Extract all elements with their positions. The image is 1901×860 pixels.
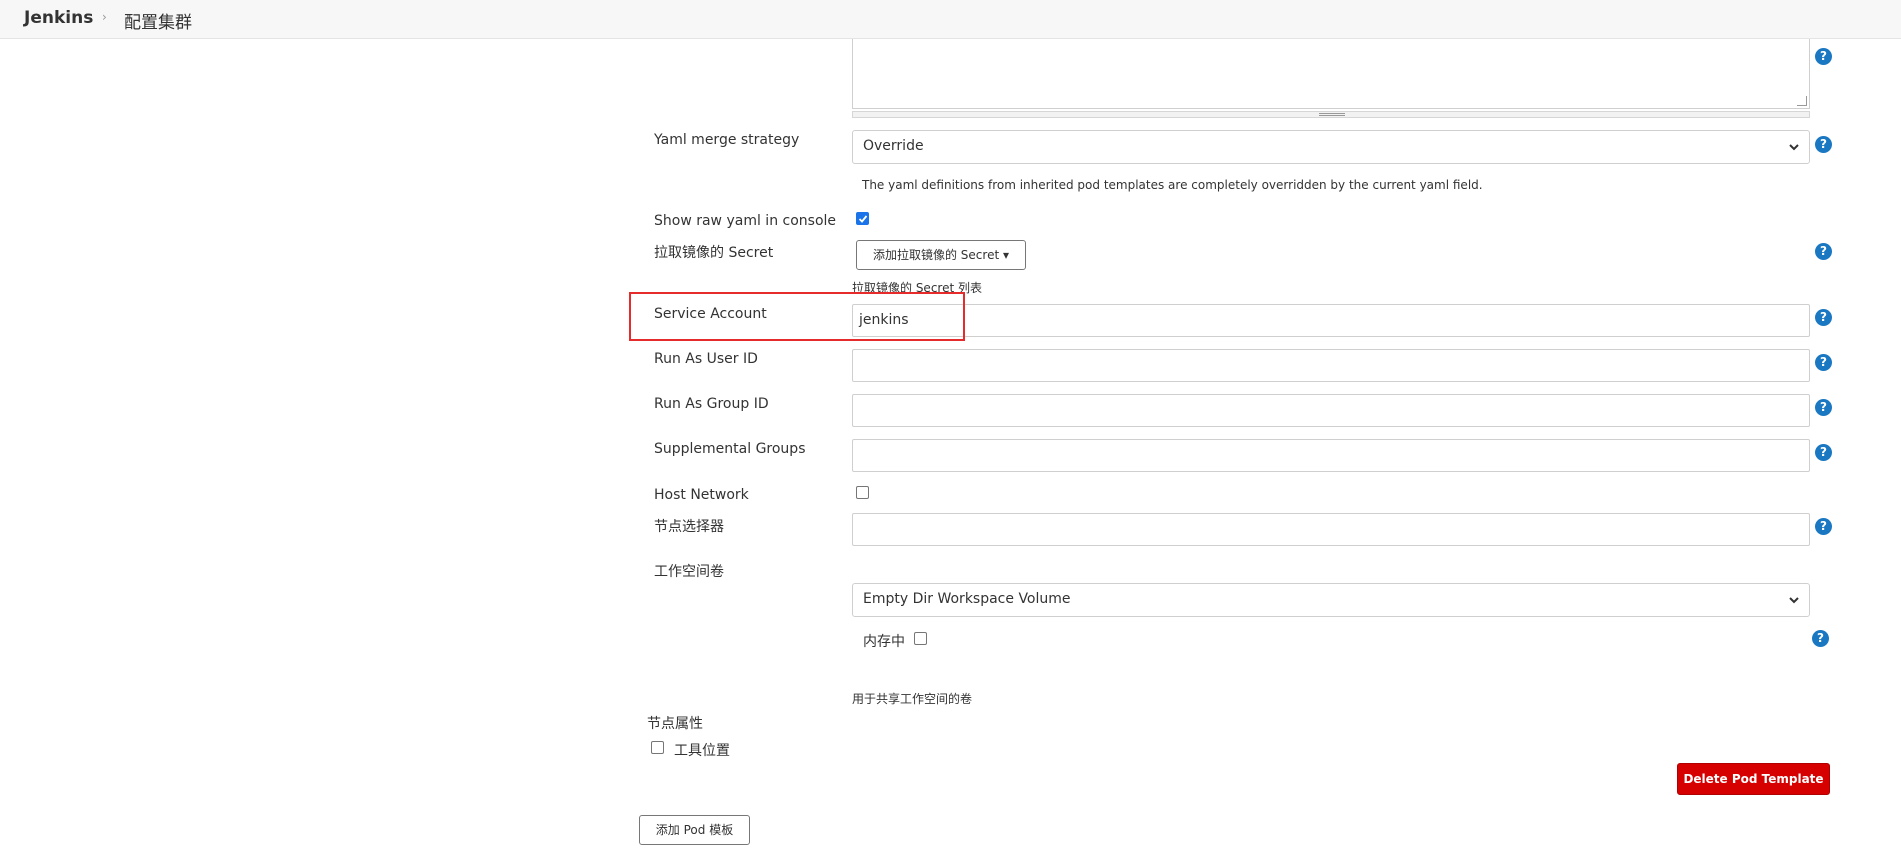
yaml-merge-strategy-select[interactable]: Override <box>852 130 1810 164</box>
yaml-merge-strategy-label: Yaml merge strategy <box>654 132 800 148</box>
run-as-user-input[interactable] <box>852 349 1810 382</box>
in-memory-checkbox[interactable] <box>914 632 927 645</box>
workspace-volume-label: 工作空间卷 <box>654 564 724 580</box>
breadcrumb-current-page[interactable]: 配置集群 <box>124 8 192 33</box>
add-pod-template-button[interactable]: 添加 Pod 模板 <box>639 815 750 845</box>
tool-location-checkbox[interactable] <box>651 741 664 754</box>
run-as-user-help-icon[interactable]: ? <box>1815 354 1832 371</box>
node-selector-help-icon[interactable]: ? <box>1815 518 1832 535</box>
service-account-label: Service Account <box>654 306 767 322</box>
supplemental-groups-input[interactable] <box>852 439 1810 472</box>
workspace-volume-description: 用于共享工作空间的卷 <box>852 692 973 706</box>
node-selector-input[interactable] <box>852 513 1810 546</box>
in-memory-label: 内存中 <box>863 634 905 650</box>
breadcrumb-separator-icon: › <box>102 10 107 24</box>
run-as-group-input[interactable] <box>852 394 1810 427</box>
service-account-input[interactable]: jenkins <box>852 304 1810 337</box>
yaml-merge-description: The yaml definitions from inherited pod … <box>862 178 1483 192</box>
image-pull-secret-help-icon[interactable]: ? <box>1815 243 1832 260</box>
yaml-help-icon[interactable]: ? <box>1815 48 1832 65</box>
workspace-volume-value: Empty Dir Workspace Volume <box>863 591 1071 607</box>
run-as-group-label: Run As Group ID <box>654 396 769 412</box>
resize-handle-icon[interactable] <box>1797 96 1807 106</box>
image-pull-secret-label: 拉取镜像的 Secret <box>654 245 774 261</box>
host-network-label: Host Network <box>654 487 749 503</box>
run-as-group-help-icon[interactable]: ? <box>1815 399 1832 416</box>
show-raw-yaml-label: Show raw yaml in console <box>654 213 837 229</box>
add-image-pull-secret-button[interactable]: 添加拉取镜像的 Secret ▾ <box>856 240 1026 270</box>
yaml-merge-help-icon[interactable]: ? <box>1815 136 1832 153</box>
breadcrumb-bar: Jenkins › 配置集群 <box>0 0 1901 39</box>
yaml-textarea[interactable] <box>852 39 1810 109</box>
breadcrumb-home-link[interactable]: Jenkins <box>24 8 93 28</box>
chevron-down-icon <box>1787 593 1801 607</box>
service-account-help-icon[interactable]: ? <box>1815 309 1832 326</box>
host-network-checkbox[interactable] <box>856 486 869 499</box>
run-as-user-label: Run As User ID <box>654 351 758 367</box>
tool-location-label: 工具位置 <box>674 743 730 759</box>
node-selector-label: 节点选择器 <box>654 519 724 535</box>
workspace-volume-help-icon[interactable]: ? <box>1812 630 1829 647</box>
checkmark-icon <box>858 215 868 223</box>
workspace-volume-select[interactable]: Empty Dir Workspace Volume <box>852 583 1810 617</box>
chevron-down-icon <box>1787 140 1801 154</box>
supplemental-groups-help-icon[interactable]: ? <box>1815 444 1832 461</box>
node-properties-label: 节点属性 <box>647 716 703 732</box>
textarea-drag-handle[interactable] <box>852 111 1810 118</box>
image-pull-secret-description: 拉取镜像的 Secret 列表 <box>852 281 982 295</box>
delete-pod-template-button[interactable]: Delete Pod Template <box>1677 763 1830 795</box>
show-raw-yaml-checkbox[interactable] <box>856 212 869 225</box>
supplemental-groups-label: Supplemental Groups <box>654 441 806 457</box>
yaml-merge-strategy-value: Override <box>863 138 924 154</box>
